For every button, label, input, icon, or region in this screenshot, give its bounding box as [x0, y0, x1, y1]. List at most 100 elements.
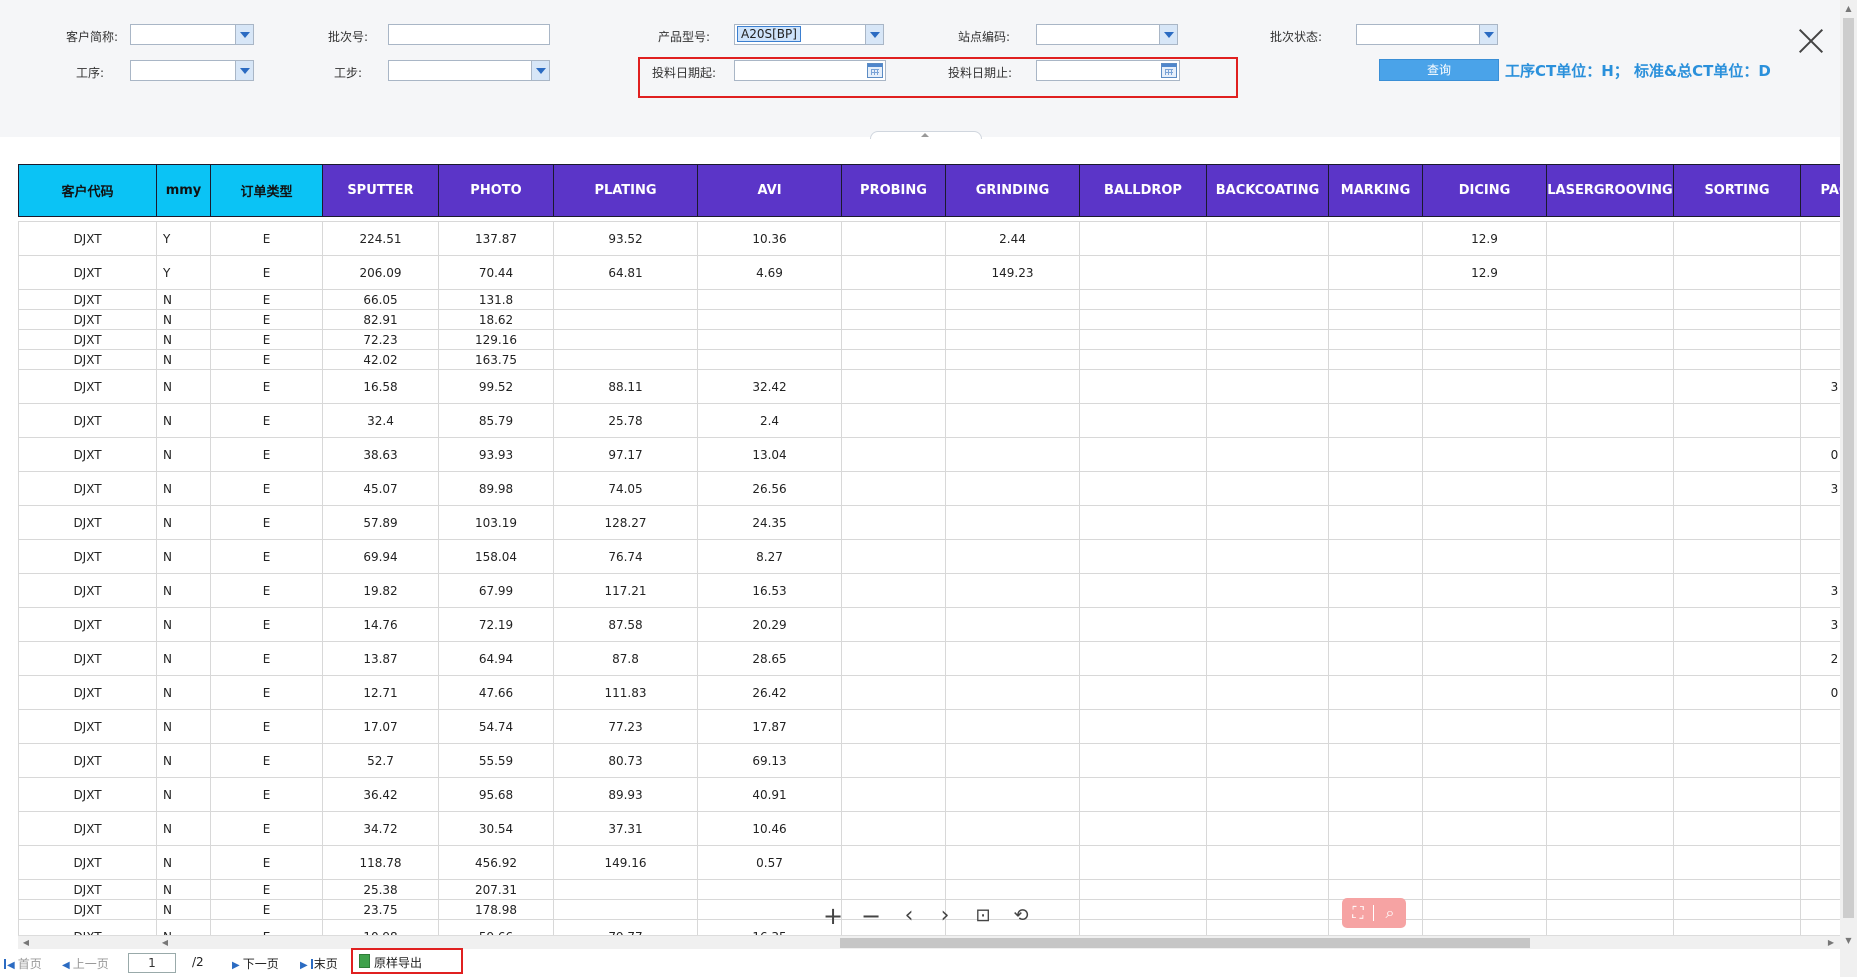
- table-cell: [841, 777, 946, 812]
- scroll-thumb[interactable]: [1843, 18, 1854, 918]
- minus-icon[interactable]: −: [856, 902, 886, 932]
- step-select[interactable]: [388, 60, 550, 81]
- chevron-down-icon[interactable]: [1159, 25, 1177, 44]
- scroll-right-icon[interactable]: ▶: [1826, 938, 1836, 948]
- export-button[interactable]: 原样导出: [351, 948, 463, 974]
- table-cell: 87.58: [553, 607, 698, 642]
- feed-date-end-input[interactable]: [1036, 60, 1180, 81]
- excel-icon: [359, 954, 370, 968]
- page-number-input[interactable]: 1: [128, 953, 176, 973]
- table-cell: E: [210, 919, 323, 935]
- table-cell: [1673, 505, 1801, 540]
- table-cell: [1800, 919, 1840, 935]
- table-row[interactable]: DJXT Y E 224.51 137.87 93.52 10.36 2.44 12.9: [18, 221, 1840, 256]
- table-row[interactable]: DJXT N E 17.07 54.74 77.23 17.87: [18, 709, 1840, 744]
- batch-no-input[interactable]: [388, 24, 550, 45]
- query-button[interactable]: 查询: [1379, 59, 1499, 81]
- scroll-thumb[interactable]: [840, 938, 1530, 948]
- table-cell: 72.23: [322, 329, 439, 350]
- vertical-scrollbar[interactable]: ▲ ▼: [1840, 0, 1857, 977]
- table-cell: [945, 437, 1080, 472]
- plus-icon[interactable]: +: [818, 902, 848, 932]
- table-cell: [1206, 369, 1329, 404]
- table-cell: DJXT: [18, 743, 157, 778]
- table-row[interactable]: DJXT N E 32.4 85.79 25.78 2.4: [18, 403, 1840, 438]
- table-cell: E: [210, 471, 323, 506]
- product-model-select[interactable]: A20S[BP]: [734, 24, 884, 45]
- calendar-icon[interactable]: [867, 63, 883, 78]
- table-row[interactable]: DJXT N E 118.78 456.92 149.16 0.57: [18, 845, 1840, 880]
- next-page-button[interactable]: ▶ 下一页: [232, 955, 279, 972]
- table-row[interactable]: DJXT N E 13.87 64.94 87.8 28.65 2: [18, 641, 1840, 676]
- fit-screen-icon[interactable]: ⊡: [968, 902, 998, 932]
- table-cell: N: [156, 505, 211, 540]
- table-row[interactable]: DJXT N E 66.05 131.8: [18, 289, 1840, 310]
- table-row[interactable]: DJXT N E 69.94 158.04 76.74 8.27: [18, 539, 1840, 574]
- search-icon[interactable]: ⌕: [1376, 901, 1404, 925]
- site-code-select[interactable]: [1036, 24, 1178, 45]
- table-row[interactable]: DJXT N E 12.71 47.66 111.83 26.42 0: [18, 675, 1840, 710]
- scroll-down-icon[interactable]: ▼: [1840, 934, 1857, 948]
- table-cell: [1328, 349, 1423, 370]
- chevron-down-icon[interactable]: [235, 25, 253, 44]
- table-cell: [1673, 539, 1801, 574]
- feed-date-start-input[interactable]: [734, 60, 886, 81]
- scan-icon[interactable]: ⛶: [1344, 901, 1372, 925]
- table-cell: [1079, 309, 1207, 330]
- table-cell: [1800, 255, 1840, 290]
- table-cell: E: [210, 255, 323, 290]
- chevron-right-icon[interactable]: ›: [930, 902, 960, 932]
- table-cell: 118.78: [322, 845, 439, 880]
- table-cell: [841, 255, 946, 290]
- calendar-icon[interactable]: [1161, 63, 1177, 78]
- chevron-left-icon[interactable]: ‹: [894, 902, 924, 932]
- table-cell: DJXT: [18, 777, 157, 812]
- table-row[interactable]: DJXT N E 57.89 103.19 128.27 24.35: [18, 505, 1840, 540]
- rotate-icon[interactable]: ⟲: [1006, 902, 1036, 932]
- table-cell: 34.72: [322, 811, 439, 846]
- table-cell: [945, 573, 1080, 608]
- table-row[interactable]: DJXT Y E 206.09 70.44 64.81 4.69 149.23 12.9: [18, 255, 1840, 290]
- scroll-left-icon[interactable]: ◀: [160, 938, 170, 948]
- table-cell: [553, 349, 698, 370]
- table-row[interactable]: DJXT N E 36.42 95.68 89.93 40.91: [18, 777, 1840, 812]
- table-row[interactable]: DJXT N E 52.7 55.59 80.73 69.13: [18, 743, 1840, 778]
- table-cell: E: [210, 879, 323, 900]
- close-icon[interactable]: [1798, 28, 1824, 54]
- table-row[interactable]: DJXT N E 14.76 72.19 87.58 20.29 3: [18, 607, 1840, 642]
- table-cell: [1422, 329, 1547, 350]
- first-page-button[interactable]: ◀ 首页: [4, 955, 42, 972]
- table-cell: [1422, 573, 1547, 608]
- column-header: DICING: [1422, 164, 1547, 217]
- chevron-down-icon[interactable]: [865, 25, 883, 44]
- scroll-left-icon[interactable]: ◀: [21, 938, 31, 948]
- collapse-panel-handle[interactable]: [870, 131, 982, 139]
- table-row[interactable]: DJXT N E 42.02 163.75: [18, 349, 1840, 370]
- table-cell: [1422, 505, 1547, 540]
- last-page-button[interactable]: ▶ 末页: [300, 955, 338, 972]
- process-select[interactable]: [130, 60, 254, 81]
- prev-page-button[interactable]: ◀ 上一页: [62, 955, 109, 972]
- table-row[interactable]: DJXT N E 72.23 129.16: [18, 329, 1840, 350]
- table-cell: 47.66: [438, 675, 554, 710]
- table-row[interactable]: DJXT N E 38.63 93.93 97.17 13.04 0: [18, 437, 1840, 472]
- table-row[interactable]: DJXT N E 34.72 30.54 37.31 10.46: [18, 811, 1840, 846]
- table-cell: E: [210, 777, 323, 812]
- table-row[interactable]: DJXT N E 45.07 89.98 74.05 26.56 3: [18, 471, 1840, 506]
- chevron-down-icon[interactable]: [531, 61, 549, 80]
- scroll-up-icon[interactable]: ▲: [1840, 2, 1857, 16]
- table-cell: 24.35: [697, 505, 842, 540]
- chevron-down-icon[interactable]: [1479, 25, 1497, 44]
- table-row[interactable]: DJXT N E 16.58 99.52 88.11 32.42 3: [18, 369, 1840, 404]
- batch-status-select[interactable]: [1356, 24, 1498, 45]
- table-cell: 40.91: [697, 777, 842, 812]
- table-row[interactable]: DJXT N E 25.38 207.31: [18, 879, 1840, 900]
- column-header: 客户代码: [18, 164, 157, 217]
- table-cell: [945, 369, 1080, 404]
- customer-short-select[interactable]: [130, 24, 254, 45]
- table-row[interactable]: DJXT N E 19.82 67.99 117.21 16.53 3: [18, 573, 1840, 608]
- table-cell: [1328, 471, 1423, 506]
- table-row[interactable]: DJXT N E 82.91 18.62: [18, 309, 1840, 330]
- chevron-down-icon[interactable]: [235, 61, 253, 80]
- horizontal-scrollbar[interactable]: ◀ ◀ ▶: [18, 935, 1840, 949]
